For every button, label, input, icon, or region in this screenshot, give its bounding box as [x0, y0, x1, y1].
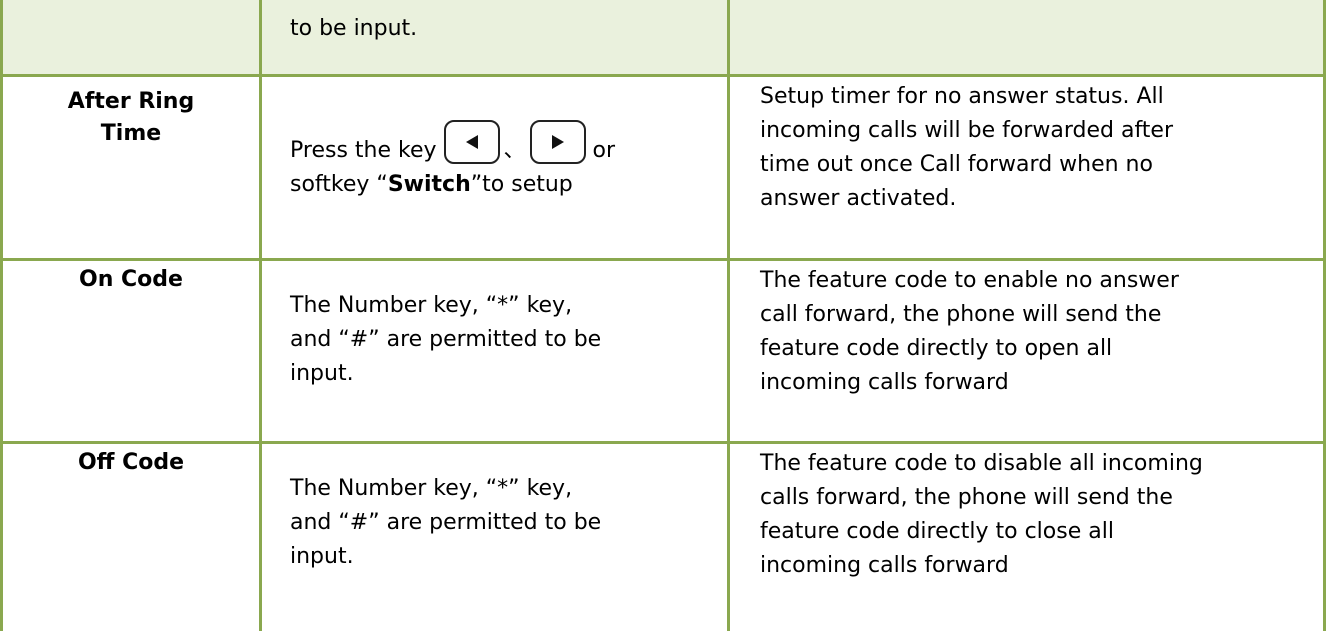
row3-usage-line: The Number key, “*” key, [290, 476, 573, 501]
row1-usage-prefix: Press the key [290, 138, 444, 163]
row1-desc-line: time out once Call forward when no [760, 152, 1153, 177]
row2-usage-line: and “#” are permitted to be [290, 327, 602, 352]
row3-desc-line: calls forward, the phone will send the [760, 485, 1173, 510]
row3-usage-line: and “#” are permitted to be [290, 510, 602, 535]
border-col2 [727, 0, 730, 631]
row2-desc-line: The feature code to enable no answer [760, 268, 1179, 293]
switch-softkey-label: Switch [387, 172, 471, 197]
row2-usage: The Number key, “*” key, and “#” are per… [290, 289, 720, 391]
row2-name: On Code [79, 267, 183, 292]
row3-usage: The Number key, “*” key, and “#” are per… [290, 472, 720, 574]
col0-shade [0, 76, 260, 631]
row1-name-line2: Time [100, 121, 162, 146]
row3-desc-line: feature code directly to close all [760, 519, 1114, 544]
row1-desc-line: incoming calls will be forwarded after [760, 118, 1174, 143]
row2-description: The feature code to enable no answer cal… [760, 264, 1320, 400]
row3-usage-line: input. [290, 544, 354, 569]
border-col1 [259, 0, 262, 631]
border-row1 [0, 74, 1326, 77]
row2-desc-line: call forward, the phone will send the [760, 302, 1162, 327]
row1-desc-line: answer activated. [760, 186, 957, 211]
row1-name: After Ring Time [3, 86, 259, 150]
right-arrow-key-icon [529, 120, 586, 164]
row2-desc-line: incoming calls forward [760, 370, 1009, 395]
row2-usage-line: The Number key, “*” key, [290, 293, 573, 318]
row1-usage-line2-suffix: ”to setup [470, 172, 573, 197]
left-arrow-key-icon [443, 120, 500, 164]
row1-usage-separator: 、 [503, 138, 526, 163]
row0-usage-text: to be input. [290, 16, 418, 41]
row3-description: The feature code to disable all incoming… [760, 447, 1320, 583]
border-row2 [0, 258, 1326, 261]
row1-desc-line: Setup timer for no answer status. All [760, 84, 1164, 109]
row1-usage-or: or [585, 138, 616, 163]
row1-usage-line1: Press the key 、 or [290, 120, 720, 168]
row1-usage: Press the key 、 or softkey “Switch”to se… [290, 120, 720, 202]
row3-desc-line: The feature code to disable all incoming [760, 451, 1203, 476]
settings-table: to be input. After Ring Time Press the k… [0, 0, 1326, 631]
row1-description: Setup timer for no answer status. All in… [760, 80, 1320, 216]
row1-usage-line2-prefix: softkey “ [290, 172, 388, 197]
row2-desc-line: feature code directly to open all [760, 336, 1113, 361]
row3-name: Off Code [77, 450, 185, 475]
row2-usage-line: input. [290, 361, 354, 386]
row1-usage-line2: softkey “Switch”to setup [290, 168, 720, 202]
row3-desc-line: incoming calls forward [760, 553, 1009, 578]
row1-name-line1: After Ring [67, 89, 195, 114]
border-row3 [0, 441, 1326, 444]
